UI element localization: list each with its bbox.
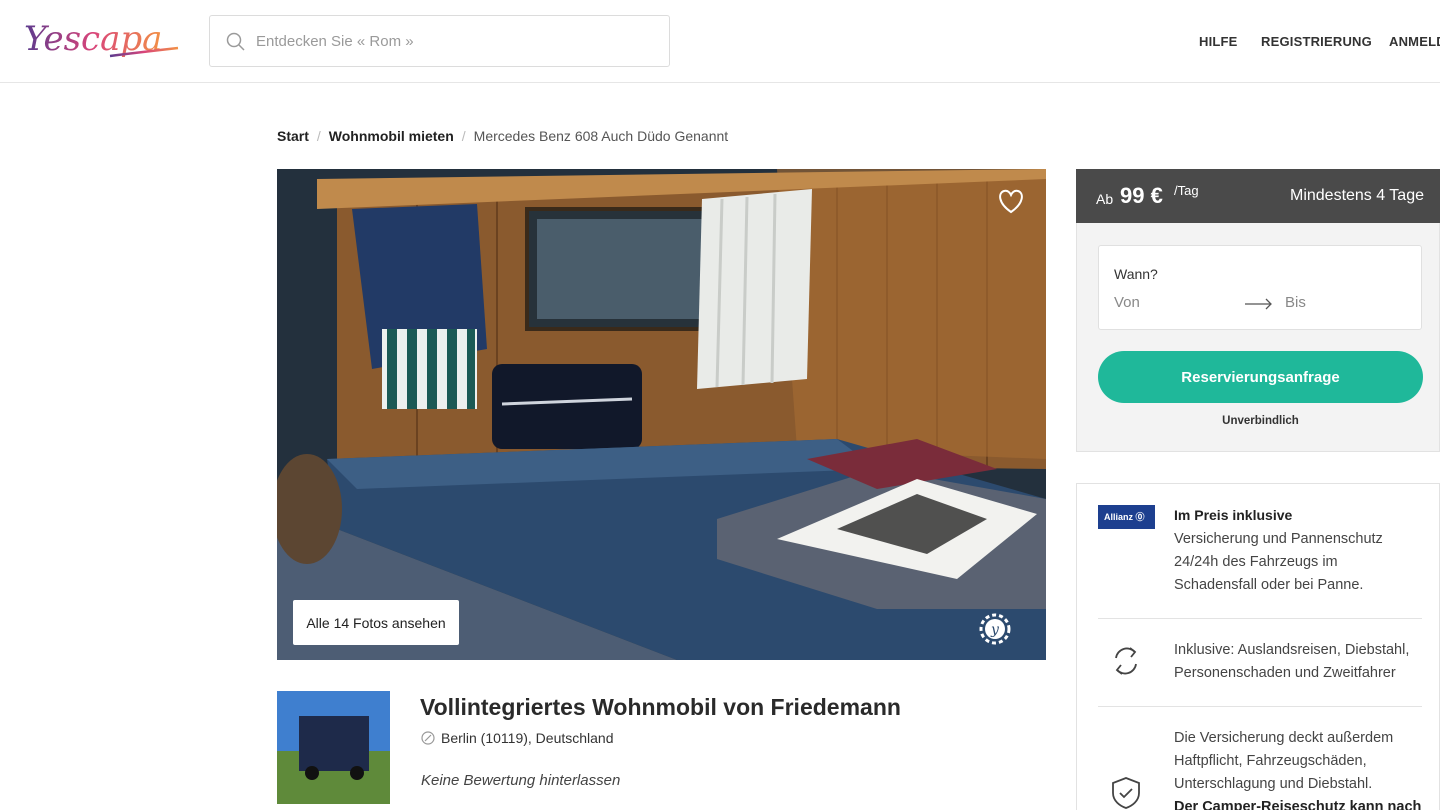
when-label: Wann? bbox=[1114, 266, 1158, 282]
breadcrumb-separator: / bbox=[316, 128, 321, 144]
price-unit: /Tag bbox=[1174, 183, 1199, 198]
location-text: Berlin (10119), Deutschland bbox=[441, 730, 614, 746]
date-picker[interactable]: Wann? Von Bis bbox=[1098, 245, 1422, 330]
location-icon bbox=[421, 731, 435, 745]
from-date-field[interactable]: Von bbox=[1114, 294, 1140, 311]
all-photos-button[interactable]: Alle 14 Fotos ansehen bbox=[293, 600, 459, 645]
insurance-extras-text: Inklusive: Auslandsreisen, Diebstahl, Pe… bbox=[1174, 642, 1410, 681]
insurance-title: Im Preis inklusive bbox=[1174, 507, 1293, 523]
breadcrumb-start[interactable]: Start bbox=[277, 128, 309, 144]
search-input[interactable] bbox=[256, 24, 656, 58]
breadcrumb-separator: / bbox=[461, 128, 466, 144]
search-icon bbox=[226, 32, 245, 51]
nav-help-link[interactable]: HILFE bbox=[1199, 34, 1238, 49]
price-header: Ab 99 € /Tag Mindestens 4 Tage bbox=[1076, 169, 1440, 223]
minimum-days: Mindestens 4 Tage bbox=[1289, 187, 1424, 204]
heart-icon[interactable] bbox=[996, 187, 1026, 215]
yescapa-logo[interactable]: Yescapa bbox=[22, 12, 182, 72]
listing-title: Vollintegriertes Wohnmobil von Friedeman… bbox=[420, 694, 901, 720]
camper-interior-image bbox=[277, 169, 1046, 660]
host-vehicle-thumbnail[interactable] bbox=[277, 691, 390, 804]
insurance-coverage-text: Versicherung und Pannenschutz 24/24h des… bbox=[1174, 531, 1383, 593]
non-binding-note: Unverbindlich bbox=[1222, 415, 1299, 427]
allianz-logo: Allianz ⓪ bbox=[1098, 505, 1155, 529]
reservation-request-button[interactable]: Reservierungsanfrage bbox=[1098, 351, 1423, 403]
svg-text:y: y bbox=[990, 622, 1000, 638]
to-date-field[interactable]: Bis bbox=[1285, 294, 1306, 311]
main-photo[interactable] bbox=[277, 169, 1046, 660]
breadcrumb-category[interactable]: Wohnmobil mieten bbox=[329, 128, 454, 144]
shield-check-icon bbox=[1112, 777, 1140, 809]
yescapa-badge-icon: y bbox=[979, 613, 1011, 645]
refresh-icon bbox=[1115, 647, 1137, 675]
nav-login-link[interactable]: ANMELD bbox=[1389, 34, 1440, 49]
divider bbox=[1098, 706, 1422, 707]
insurance-liability-text: Die Versicherung deckt außerdem Haftpfli… bbox=[1174, 730, 1394, 792]
site-header: Yescapa HILFE REGISTRIERUNG ANMELD bbox=[0, 0, 1440, 83]
divider bbox=[1098, 618, 1422, 619]
breadcrumb-current: Mercedes Benz 608 Auch Düdo Genannt bbox=[473, 128, 729, 144]
camper-travel-protection-text: Der Camper-Reiseschutz kann nach bbox=[1174, 799, 1422, 810]
breadcrumb: Start / Wohnmobil mieten / Mercedes Benz 608… bbox=[277, 128, 728, 144]
nav-register-link[interactable]: REGISTRIERUNG bbox=[1261, 34, 1372, 49]
price-amount: 99 € bbox=[1120, 183, 1163, 208]
arrow-right-icon bbox=[1245, 298, 1272, 310]
vehicle-photo bbox=[277, 691, 390, 804]
search-bar[interactable] bbox=[209, 15, 670, 67]
price-prefix: Ab bbox=[1096, 191, 1114, 207]
listing-location: Berlin (10119), Deutschland bbox=[421, 730, 614, 746]
review-status: Keine Bewertung hinterlassen bbox=[421, 772, 621, 789]
